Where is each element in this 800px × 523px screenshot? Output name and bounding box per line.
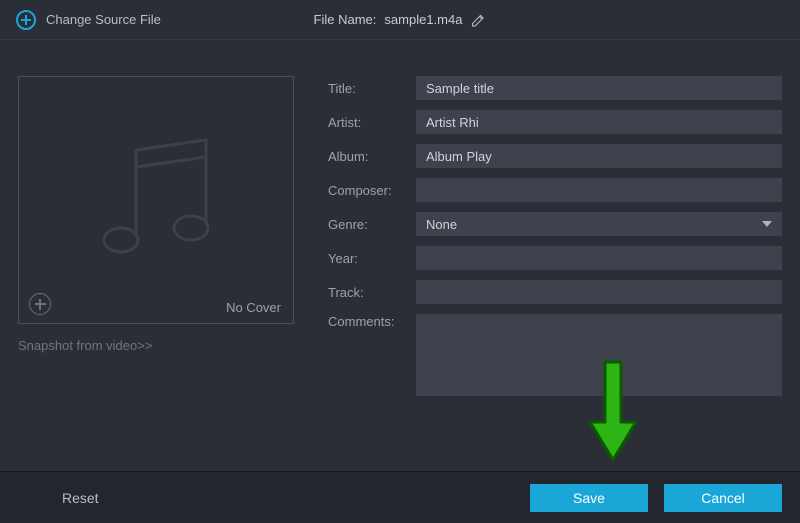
track-label: Track: [328,285,416,300]
genre-label: Genre: [328,217,416,232]
change-source-file-button[interactable]: Change Source File [16,10,161,30]
title-input[interactable] [416,76,782,100]
comments-label: Comments: [328,314,416,329]
header-bar: Change Source File File Name: sample1.m4… [0,0,800,40]
file-name-group: File Name: sample1.m4a [314,12,487,28]
metadata-form: Title: Artist: Album: Composer: Genre: N… [328,76,782,406]
composer-input[interactable] [416,178,782,202]
main-content: No Cover Snapshot from video>> Title: Ar… [0,40,800,406]
file-name-label: File Name: [314,12,377,27]
genre-select[interactable]: None [416,212,782,236]
edit-filename-button[interactable] [470,12,486,28]
composer-label: Composer: [328,183,416,198]
chevron-down-icon [762,221,772,227]
cover-column: No Cover Snapshot from video>> [18,76,294,406]
add-cover-button[interactable] [29,293,51,315]
no-cover-label: No Cover [226,300,281,315]
plus-circle-icon [16,10,36,30]
snapshot-from-video-link[interactable]: Snapshot from video>> [18,338,294,353]
year-input[interactable] [416,246,782,270]
album-label: Album: [328,149,416,164]
comments-input[interactable] [416,314,782,396]
footer-bar: Reset Save Cancel [0,471,800,523]
music-note-icon [81,125,231,275]
cover-art-box: No Cover [18,76,294,324]
cancel-button[interactable]: Cancel [664,484,782,512]
title-label: Title: [328,81,416,96]
genre-value: None [426,217,457,232]
track-input[interactable] [416,280,782,304]
reset-button[interactable]: Reset [42,484,119,512]
artist-input[interactable] [416,110,782,134]
year-label: Year: [328,251,416,266]
artist-label: Artist: [328,115,416,130]
album-input[interactable] [416,144,782,168]
change-source-label: Change Source File [46,12,161,27]
save-button[interactable]: Save [530,484,648,512]
file-name-value: sample1.m4a [384,12,462,27]
